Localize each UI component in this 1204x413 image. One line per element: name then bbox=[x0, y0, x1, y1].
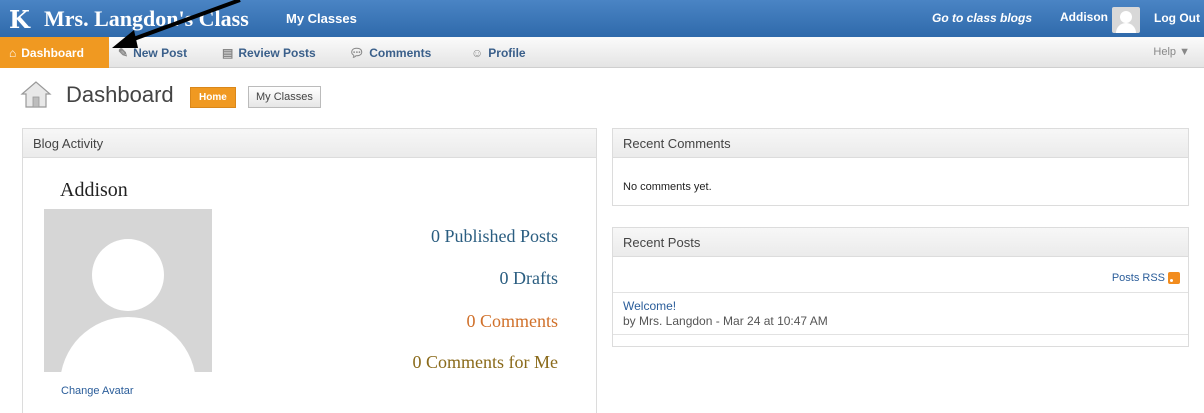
change-avatar-link[interactable]: Change Avatar bbox=[61, 385, 134, 397]
comments-link[interactable]: 0 Comments bbox=[466, 311, 558, 332]
nav-profile-label: Profile bbox=[488, 45, 526, 60]
published-posts-link[interactable]: 0 Published Posts bbox=[431, 226, 558, 247]
nav-profile[interactable]: ☺ Profile bbox=[471, 37, 526, 68]
nav-review-posts-label: Review Posts bbox=[238, 45, 316, 60]
comments-for-me-link[interactable]: 0 Comments for Me bbox=[413, 352, 559, 373]
admin-nav-bar: ⌂ Dashboard ✎ New Post ▤ Review Posts 💬︎… bbox=[0, 37, 1204, 68]
user-avatar[interactable] bbox=[1112, 7, 1140, 33]
site-logo[interactable]: K bbox=[9, 5, 30, 34]
pin-icon: ✎ bbox=[118, 45, 129, 60]
my-classes-link[interactable]: My Classes bbox=[286, 11, 357, 26]
nav-dashboard-label: Dashboard bbox=[21, 45, 84, 60]
nav-comments-label: Comments bbox=[369, 45, 432, 60]
posts-rss-link[interactable]: Posts RSS bbox=[1112, 272, 1180, 284]
drafts-link[interactable]: 0 Drafts bbox=[500, 268, 558, 289]
recent-comments-panel: Recent Comments No comments yet. bbox=[612, 128, 1189, 206]
top-bar: K Mrs. Langdon's Class My Classes Go to … bbox=[0, 0, 1204, 37]
home-button[interactable]: Home bbox=[190, 87, 236, 108]
speech-bubble-icon: 💬︎ bbox=[349, 45, 365, 60]
site-title[interactable]: Mrs. Langdon's Class bbox=[44, 6, 249, 32]
my-classes-button[interactable]: My Classes bbox=[248, 86, 321, 108]
go-to-class-blogs-link[interactable]: Go to class blogs bbox=[932, 11, 1032, 25]
home-icon: ⌂ bbox=[9, 45, 17, 60]
nav-new-post-label: New Post bbox=[133, 45, 188, 60]
divider bbox=[613, 292, 1188, 293]
dashboard-home-icon bbox=[20, 81, 52, 108]
user-name[interactable]: Addison bbox=[1060, 10, 1108, 24]
pages-icon: ▤ bbox=[222, 45, 234, 60]
recent-posts-header: Recent Posts bbox=[613, 228, 1188, 257]
blog-activity-panel: Blog Activity Addison Change Avatar 0 Pu… bbox=[22, 128, 597, 413]
recent-comments-header: Recent Comments bbox=[613, 129, 1188, 158]
users-icon: ☺ bbox=[471, 45, 484, 60]
recent-posts-panel: Recent Posts Posts RSS Welcome! by Mrs. … bbox=[612, 227, 1189, 347]
rss-icon bbox=[1168, 272, 1180, 284]
page-title: Dashboard bbox=[66, 82, 174, 107]
recent-post-title[interactable]: Welcome! bbox=[623, 299, 676, 313]
nav-comments[interactable]: 💬︎ Comments bbox=[349, 37, 431, 68]
blog-activity-header: Blog Activity bbox=[23, 129, 596, 158]
divider bbox=[613, 334, 1188, 335]
student-name: Addison bbox=[60, 179, 128, 201]
nav-review-posts[interactable]: ▤ Review Posts bbox=[222, 37, 316, 68]
help-dropdown[interactable]: Help ▼ bbox=[1153, 46, 1190, 58]
nav-new-post[interactable]: ✎ New Post bbox=[118, 37, 187, 68]
no-comments-text: No comments yet. bbox=[623, 181, 712, 193]
posts-rss-label: Posts RSS bbox=[1111, 272, 1165, 284]
recent-post-meta: by Mrs. Langdon - Mar 24 at 10:47 AM bbox=[623, 314, 828, 328]
logout-link[interactable]: Log Out bbox=[1154, 11, 1200, 25]
student-avatar bbox=[44, 209, 212, 372]
nav-dashboard[interactable]: ⌂ Dashboard bbox=[0, 37, 109, 68]
